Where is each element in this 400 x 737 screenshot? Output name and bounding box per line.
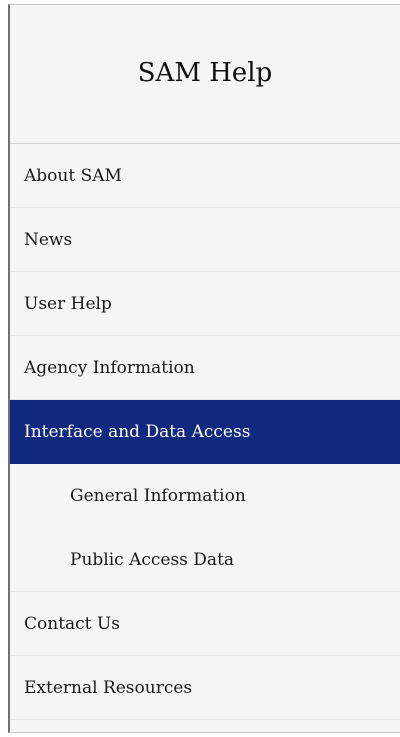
nav-subitem-public-access-data[interactable]: Public Access Data — [10, 528, 400, 592]
help-navigation-panel: SAM Help About SAM News User Help Agency… — [8, 4, 400, 733]
nav-subitem-general-information[interactable]: General Information — [10, 464, 400, 528]
nav-list: About SAM News User Help Agency Informat… — [10, 144, 400, 720]
nav-item-about-sam[interactable]: About SAM — [10, 144, 400, 208]
nav-item-contact-us[interactable]: Contact Us — [10, 592, 400, 656]
nav-item-user-help[interactable]: User Help — [10, 272, 400, 336]
nav-item-agency-information[interactable]: Agency Information — [10, 336, 400, 400]
nav-header: SAM Help — [10, 5, 400, 144]
nav-item-interface-and-data-access[interactable]: Interface and Data Access — [10, 400, 400, 464]
nav-item-news[interactable]: News — [10, 208, 400, 272]
nav-title: SAM Help — [137, 58, 273, 88]
nav-item-external-resources[interactable]: External Resources — [10, 656, 400, 720]
